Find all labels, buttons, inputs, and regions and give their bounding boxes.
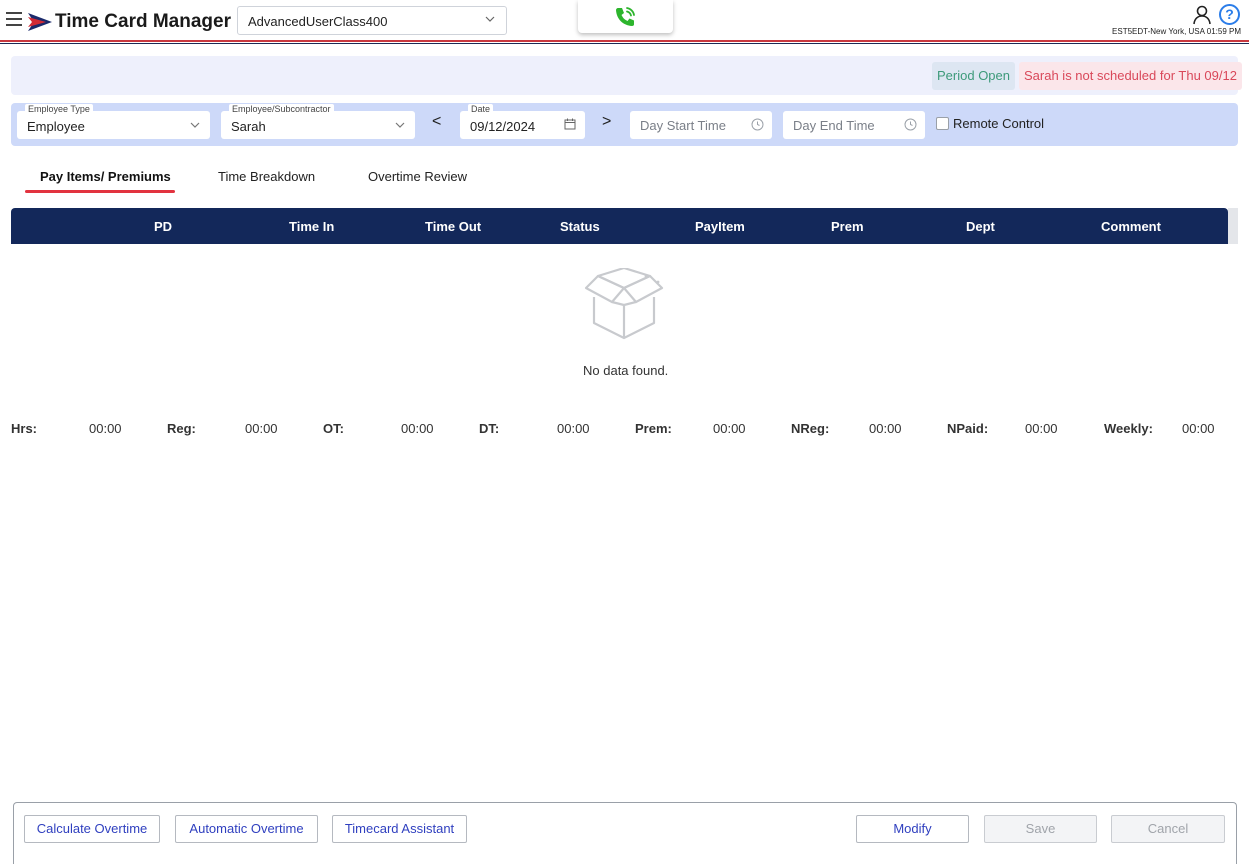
date-picker[interactable]: Date 09/12/2024 — [460, 104, 585, 139]
remote-control-label: Remote Control — [953, 116, 1045, 131]
save-button[interactable]: Save — [984, 815, 1097, 843]
calendar-icon[interactable] — [564, 118, 576, 130]
total-label-nreg: NReg: — [791, 421, 830, 436]
total-value-npaid: 00:00 — [1025, 421, 1058, 436]
remote-control-toggle[interactable]: Remote Control — [936, 116, 1044, 131]
user-class-select[interactable]: AdvancedUserClass400 — [237, 6, 507, 35]
date-value: 09/12/2024 — [470, 119, 536, 134]
date-label: Date — [468, 104, 494, 114]
column-header-prem[interactable]: Prem — [831, 219, 864, 234]
table-header: PD Time In Time Out Status PayItem Prem … — [11, 208, 1228, 244]
day-end-time-placeholder: Day End Time — [793, 118, 875, 133]
chevron-down-icon — [190, 122, 200, 128]
empty-box-icon — [584, 268, 664, 340]
app-header: Time Card Manager AdvancedUserClass400 ?… — [0, 0, 1249, 42]
total-value-dt: 00:00 — [557, 421, 590, 436]
column-header-pd[interactable]: PD — [154, 219, 172, 234]
employee-select[interactable]: Employee/Subcontractor Sarah — [221, 104, 415, 139]
total-value-hrs: 00:00 — [89, 421, 122, 436]
total-label-reg: Reg: — [167, 421, 196, 436]
next-date-button[interactable]: > — [602, 113, 611, 131]
column-header-status[interactable]: Status — [560, 219, 600, 234]
day-start-time-input[interactable]: Day Start Time — [630, 111, 772, 139]
previous-date-button[interactable]: < — [432, 113, 441, 131]
clock-icon — [904, 118, 917, 131]
active-tab-indicator — [25, 190, 175, 193]
column-header-comment[interactable]: Comment — [1101, 219, 1161, 234]
total-label-hrs: Hrs: — [11, 421, 38, 436]
total-label-prem: Prem: — [635, 421, 672, 436]
employee-value: Sarah — [231, 119, 266, 134]
clock-icon — [751, 118, 764, 131]
total-value-reg: 00:00 — [245, 421, 278, 436]
table-scrollbar[interactable] — [1228, 208, 1238, 244]
app-title: Time Card Manager — [55, 11, 231, 32]
header-divider-red — [0, 40, 1249, 42]
column-header-time-in[interactable]: Time In — [289, 219, 334, 234]
day-end-time-input[interactable]: Day End Time — [783, 111, 925, 139]
tab-pay-items-premiums[interactable]: Pay Items/ Premiums — [40, 169, 171, 184]
total-label-dt: DT: — [479, 421, 500, 436]
modify-button[interactable]: Modify — [856, 815, 969, 843]
phone-button[interactable] — [578, 0, 673, 33]
empty-state-text: No data found. — [583, 363, 669, 378]
total-value-ot: 00:00 — [401, 421, 434, 436]
hamburger-icon[interactable] — [6, 12, 22, 28]
total-value-nreg: 00:00 — [869, 421, 902, 436]
cancel-button[interactable]: Cancel — [1111, 815, 1225, 843]
total-value-prem: 00:00 — [713, 421, 746, 436]
user-class-value: AdvancedUserClass400 — [248, 14, 388, 29]
calculate-overtime-button[interactable]: Calculate Overtime — [24, 815, 160, 843]
total-label-ot: OT: — [323, 421, 344, 436]
employee-type-label: Employee Type — [25, 104, 93, 114]
phone-icon — [616, 7, 635, 26]
timezone-clock: EST5EDT-New York, USA 01:59 PM — [1112, 27, 1241, 36]
employee-type-value: Employee — [27, 119, 85, 134]
chevron-down-icon — [485, 16, 495, 22]
chevron-down-icon — [395, 122, 405, 128]
schedule-notice-badge: Sarah is not scheduled for Thu 09/12 — [1019, 62, 1242, 90]
total-label-npaid: NPaid: — [947, 421, 989, 436]
day-start-time-placeholder: Day Start Time — [640, 118, 726, 133]
column-header-time-out[interactable]: Time Out — [425, 219, 481, 234]
column-header-payitem[interactable]: PayItem — [695, 219, 745, 234]
user-icon[interactable] — [1192, 5, 1212, 25]
automatic-overtime-button[interactable]: Automatic Overtime — [175, 815, 318, 843]
employee-label: Employee/Subcontractor — [229, 104, 334, 114]
employee-type-select[interactable]: Employee Type Employee — [17, 104, 210, 139]
help-icon[interactable]: ? — [1219, 4, 1240, 25]
total-label-weekly: Weekly: — [1104, 421, 1153, 436]
tab-time-breakdown[interactable]: Time Breakdown — [218, 169, 315, 184]
period-status-badge: Period Open — [932, 62, 1015, 90]
total-value-weekly: 00:00 — [1182, 421, 1215, 436]
header-divider-navy — [0, 43, 1249, 44]
timecard-assistant-button[interactable]: Timecard Assistant — [332, 815, 467, 843]
remote-control-checkbox[interactable] — [936, 117, 949, 130]
tab-overtime-review[interactable]: Overtime Review — [368, 169, 467, 184]
column-header-dept[interactable]: Dept — [966, 219, 995, 234]
logo-icon — [28, 13, 52, 31]
